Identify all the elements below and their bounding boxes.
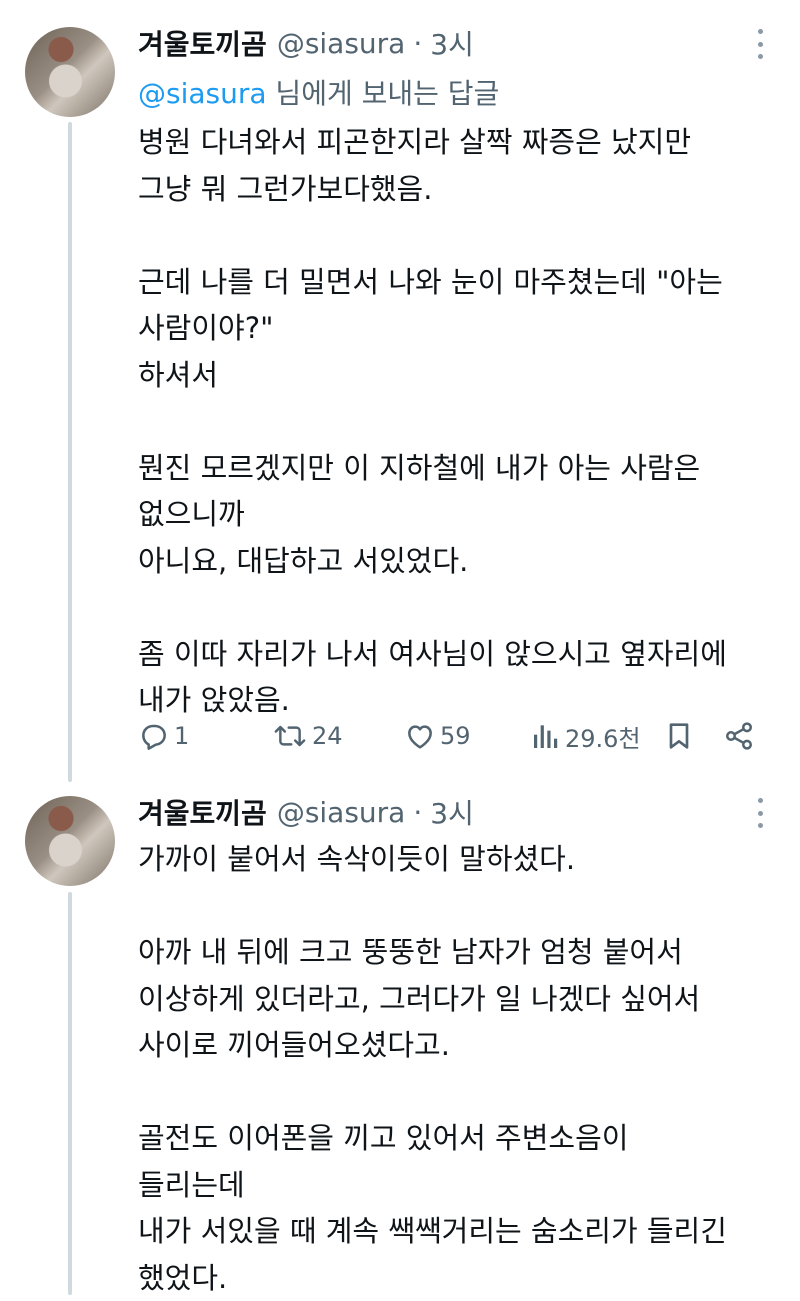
tweet-line [138, 883, 768, 930]
separator-dot: · [413, 27, 422, 60]
share-icon [723, 720, 755, 752]
tweet-line [138, 212, 768, 259]
thread-line [68, 122, 72, 782]
more-icon[interactable] [755, 798, 765, 828]
retweet-count: 24 [312, 722, 343, 750]
reply-icon [138, 720, 170, 752]
tweet-line: 병원 다녀와서 피곤한지라 살짝 짜증은 났지만 [138, 119, 768, 166]
tweet-line: 골전도 이어폰을 끼고 있어서 주변소음이 [138, 1115, 768, 1162]
author-name[interactable]: 겨울토끼곰 [138, 23, 267, 63]
action-bar: 1 24 59 29.6천 [138, 716, 763, 756]
tweet-2[interactable]: 겨울토끼곰 @siasura · 3시 가까이 붙어서 속삭이듯이 말하셨다. … [0, 780, 800, 1295]
replying-to: @siasura 님에게 보내는 답글 [138, 72, 499, 112]
views-icon [531, 720, 561, 752]
timestamp[interactable]: 3시 [430, 792, 474, 832]
reply-count: 1 [174, 722, 189, 750]
tweet-line: 아까 내 뒤에 크고 뚱뚱한 남자가 엄청 붙어서 [138, 929, 768, 976]
tweet-header: 겨울토끼곰 @siasura · 3시 [138, 23, 474, 63]
views-button[interactable]: 29.6천 [531, 716, 641, 756]
replying-suffix: 님에게 보내는 답글 [267, 77, 500, 110]
tweet-line: 근데 나를 더 밀면서 나와 눈이 마주쳤는데 "아는 [138, 259, 768, 306]
tweet-line: 이상하게 있더라고, 그러다가 일 나겠다 싶어서 [138, 976, 768, 1023]
tweet-header: 겨울토끼곰 @siasura · 3시 [138, 792, 474, 832]
tweet-line [138, 584, 768, 631]
tweet-line: 들리는데 [138, 1162, 768, 1209]
tweet-line: 사람이야?" [138, 305, 768, 352]
tweet-line: 좀 이따 자리가 나서 여사님이 앉으시고 옆자리에 [138, 631, 768, 678]
tweet-line: 뭔진 모르겠지만 이 지하철에 내가 아는 사람은 [138, 445, 768, 492]
timestamp[interactable]: 3시 [430, 23, 474, 63]
tweet-line: 그냥 뭐 그런가보다했음. [138, 166, 768, 213]
tweet-line: 가까이 붙어서 속삭이듯이 말하셨다. [138, 836, 768, 883]
author-handle[interactable]: @siasura [277, 796, 406, 829]
share-button[interactable] [723, 716, 755, 756]
tweet-line: 사이로 끼어들어오셨다고. [138, 1022, 768, 1069]
reply-button[interactable]: 1 [138, 716, 189, 756]
tweet-line: 아니요, 대답하고 서있었다. [138, 538, 768, 585]
tweet-line: 했었다. [138, 1255, 768, 1301]
tweet-line [138, 1069, 768, 1116]
tweet-line [138, 398, 768, 445]
tweet-line: 하셔서 [138, 352, 768, 399]
tweet-text: 병원 다녀와서 피곤한지라 살짝 짜증은 났지만 그냥 뭐 그런가보다했음. 근… [138, 119, 768, 724]
like-button[interactable]: 59 [404, 716, 471, 756]
retweet-icon [272, 720, 308, 752]
reply-mention-link[interactable]: @siasura [138, 77, 267, 110]
heart-icon [404, 720, 436, 752]
tweet-line: 내가 서있을 때 계속 쌕쌕거리는 숨소리가 들리긴 [138, 1208, 768, 1255]
like-count: 59 [440, 722, 471, 750]
separator-dot: · [413, 796, 422, 829]
views-count: 29.6천 [565, 719, 641, 754]
more-icon[interactable] [755, 29, 765, 59]
author-handle[interactable]: @siasura [277, 27, 406, 60]
tweet-1[interactable]: 겨울토끼곰 @siasura · 3시 @siasura 님에게 보내는 답글 … [0, 0, 800, 780]
thread-line [68, 892, 72, 1295]
author-name[interactable]: 겨울토끼곰 [138, 792, 267, 832]
bookmark-icon [664, 720, 694, 752]
bookmark-button[interactable] [664, 716, 694, 756]
avatar[interactable] [25, 27, 115, 117]
tweet-line: 없으니까 [138, 491, 768, 538]
avatar[interactable] [25, 796, 115, 886]
tweet-text: 가까이 붙어서 속삭이듯이 말하셨다. 아까 내 뒤에 크고 뚱뚱한 남자가 엄… [138, 836, 768, 1301]
retweet-button[interactable]: 24 [272, 716, 343, 756]
